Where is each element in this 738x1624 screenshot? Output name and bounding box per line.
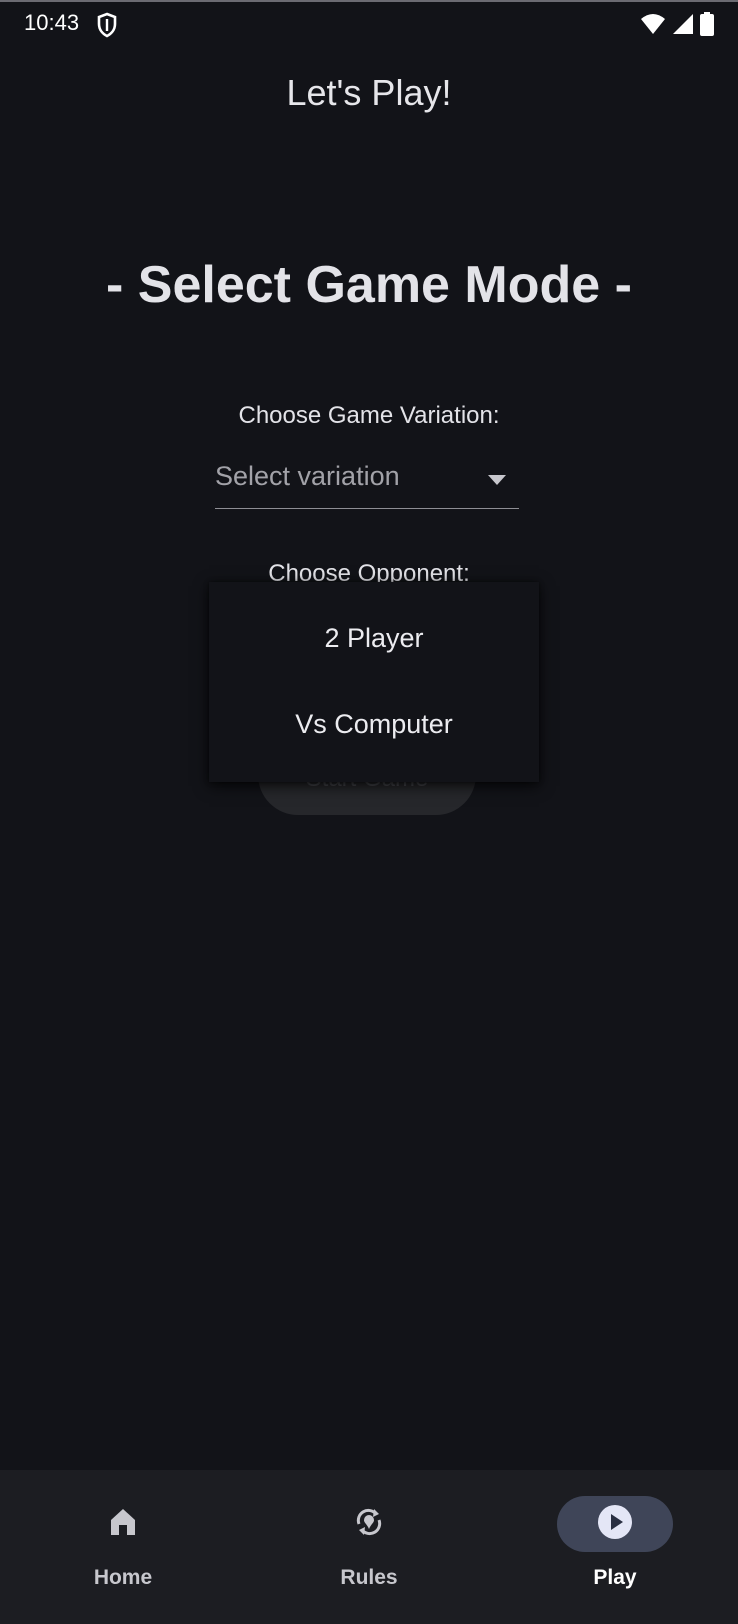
status-bar: 10:43 (0, 0, 738, 48)
bottom-navigation: Home Rules Play (0, 1470, 738, 1624)
dropdown-arrow-icon (487, 473, 507, 491)
nav-item-home[interactable]: Home (0, 1470, 246, 1624)
opponent-menu: 2 Player Vs Computer (209, 582, 539, 782)
page-title: - Select Game Mode - (106, 256, 632, 314)
nav-indicator-home (65, 1496, 181, 1552)
menu-item-2-player[interactable]: 2 Player (209, 595, 539, 681)
status-icons (640, 12, 714, 41)
nav-indicator-rules (311, 1496, 427, 1552)
battery-icon (700, 12, 714, 41)
nav-item-play[interactable]: Play (492, 1470, 738, 1624)
nav-item-rules[interactable]: Rules (246, 1470, 492, 1624)
nav-label-play: Play (593, 1566, 637, 1589)
nav-label-rules: Rules (340, 1566, 398, 1589)
app-title: Let's Play! (286, 72, 452, 113)
nav-label-home: Home (93, 1566, 153, 1589)
nav-indicator-play (557, 1496, 673, 1552)
cellular-icon (672, 13, 694, 40)
home-icon (107, 1506, 139, 1543)
status-time: 10:43 (24, 10, 80, 35)
variation-placeholder: Select variation (215, 461, 400, 491)
play-icon (597, 1504, 633, 1545)
shield-icon (96, 12, 118, 43)
menu-item-vs-computer[interactable]: Vs Computer (209, 681, 539, 767)
variation-dropdown[interactable]: Select variation (215, 455, 519, 509)
wifi-icon (640, 13, 666, 40)
variation-label: Choose Game Variation: (238, 402, 500, 429)
rules-icon (351, 1504, 387, 1545)
